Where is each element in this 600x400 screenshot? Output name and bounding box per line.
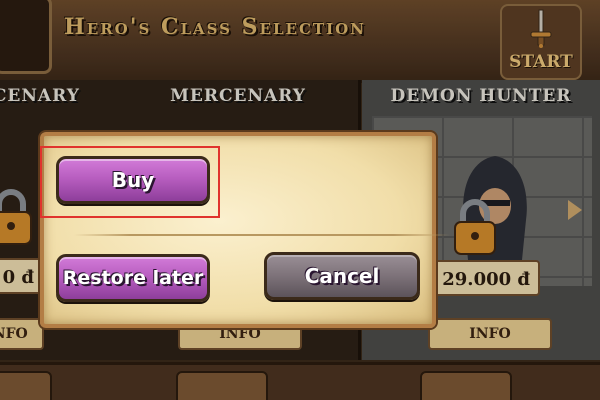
game-screen: Hero's Class Selection START MERCENARY 0…	[0, 0, 600, 400]
highlight-box	[40, 146, 220, 218]
restore-later-button[interactable]: Restore later	[56, 254, 210, 302]
dialog-divider	[74, 234, 450, 236]
cancel-button[interactable]: Cancel	[264, 252, 420, 300]
